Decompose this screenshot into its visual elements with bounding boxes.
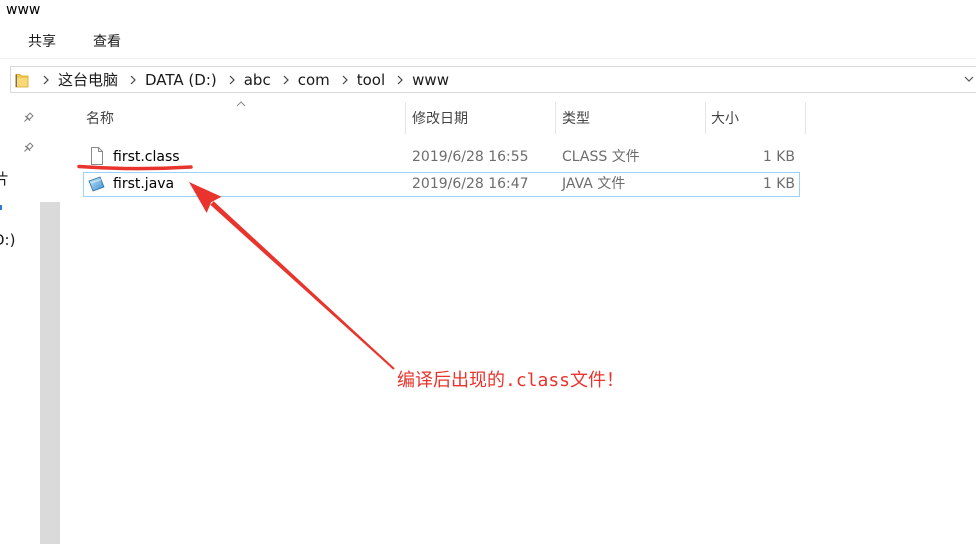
breadcrumb-www[interactable]: www: [412, 70, 449, 90]
folder-icon[interactable]: [15, 72, 29, 88]
breadcrumb-abc[interactable]: abc: [244, 70, 271, 90]
blank-file-icon: [91, 147, 103, 165]
file-type: JAVA 文件: [562, 176, 626, 192]
file-row-first-class[interactable]: first.class 2019/6/28 16:55 CLASS 文件 1 K…: [83, 145, 800, 170]
java-file-icon: [88, 176, 105, 192]
tab-view[interactable]: 查看: [93, 33, 121, 51]
column-resize-handle[interactable]: [705, 102, 706, 134]
nav-item-pictures-fragment[interactable]: 片: [0, 170, 9, 188]
file-explorer-window: www 共享 查看 这台电脑 DATA (D:) abc com tool ww…: [0, 0, 976, 544]
pin-icon: [24, 112, 34, 122]
file-type: CLASS 文件: [562, 149, 640, 165]
navigation-pane: 片 D:): [0, 96, 40, 544]
breadcrumb-chevron-icon[interactable]: [283, 75, 289, 85]
file-row-first-java[interactable]: first.java 2019/6/28 16:47 JAVA 文件 1 KB: [83, 172, 800, 197]
address-bar[interactable]: 这台电脑 DATA (D:) abc com tool www: [10, 66, 976, 93]
address-history-chevron-down-icon[interactable]: [964, 75, 974, 83]
nav-pane-scrollbar[interactable]: [40, 202, 60, 544]
column-resize-handle[interactable]: [405, 102, 406, 134]
annotation-text: 编译后出现的.class文件！: [397, 370, 625, 391]
window-title: www: [6, 2, 41, 18]
annotation-arrow-shaft: [210, 201, 395, 370]
column-header-size[interactable]: 大小: [711, 110, 739, 128]
column-resize-handle[interactable]: [555, 102, 556, 134]
column-resize-handle[interactable]: [805, 102, 806, 134]
file-modified-date: 2019/6/28 16:55: [412, 149, 529, 165]
pin-icon: [24, 142, 34, 152]
file-modified-date: 2019/6/28 16:47: [412, 176, 529, 192]
file-size: 1 KB: [762, 176, 795, 192]
breadcrumb-com[interactable]: com: [298, 70, 330, 90]
sort-ascending-icon: [236, 101, 246, 107]
column-header-name[interactable]: 名称: [86, 110, 114, 128]
tab-share[interactable]: 共享: [28, 33, 56, 51]
breadcrumb-chevron-icon[interactable]: [43, 75, 49, 85]
file-name: first.java: [113, 176, 175, 192]
nav-item-data-drive-fragment[interactable]: D:): [0, 231, 15, 249]
breadcrumb-tool[interactable]: tool: [357, 70, 385, 90]
breadcrumb-chevron-icon[interactable]: [397, 75, 404, 85]
breadcrumb-data-drive[interactable]: DATA (D:): [145, 70, 217, 90]
nav-item-icon-fragment[interactable]: [0, 205, 2, 210]
file-name: first.class: [113, 149, 180, 165]
breadcrumb-chevron-icon[interactable]: [130, 75, 136, 85]
breadcrumb-chevron-icon[interactable]: [342, 75, 348, 85]
ribbon-divider: [0, 58, 976, 59]
file-size: 1 KB: [762, 149, 795, 165]
column-header-modified[interactable]: 修改日期: [412, 110, 468, 128]
column-header-type[interactable]: 类型: [562, 110, 590, 128]
breadcrumb-this-pc[interactable]: 这台电脑: [58, 70, 118, 90]
breadcrumb-chevron-icon[interactable]: [229, 75, 235, 85]
